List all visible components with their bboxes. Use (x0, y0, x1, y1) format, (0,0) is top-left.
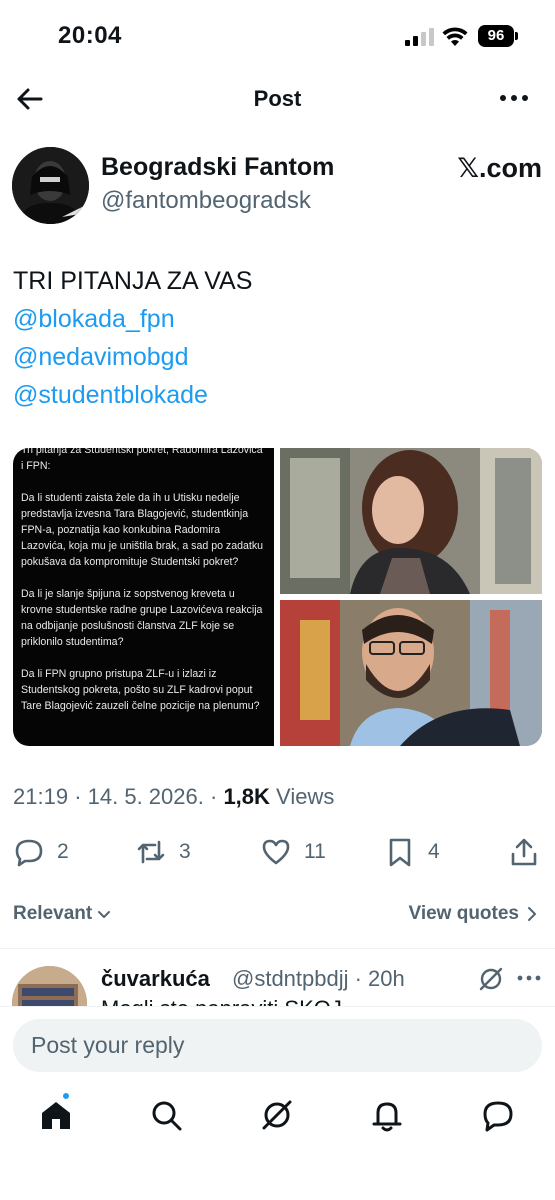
sort-label: Relevant (13, 903, 93, 924)
post-meta: 21:19 · 14. 5. 2026. · 1,8K Views (13, 784, 334, 810)
reply-more-icon[interactable] (516, 968, 542, 988)
view-quotes-link[interactable]: View quotes (408, 903, 539, 925)
meta-separator: · (74, 784, 88, 809)
media-text-paragraph: Da li je slanje špijuna iz sopstvenog kr… (21, 588, 263, 648)
post-media: Tri pitanja za Studentski pokret, Radomi… (13, 448, 542, 746)
status-time: 20:04 (58, 22, 122, 49)
reply-author-name[interactable]: čuvarkuća (101, 966, 210, 992)
grok-icon[interactable] (478, 966, 504, 992)
reply-avatar[interactable] (12, 966, 87, 1006)
grok-tab-icon[interactable] (259, 1097, 295, 1133)
messages-icon[interactable] (480, 1097, 516, 1133)
divider (0, 948, 555, 949)
bookmark-action[interactable]: 4 (384, 832, 440, 872)
bookmark-count: 4 (428, 840, 440, 863)
reply-count: 2 (57, 840, 69, 863)
cellular-signal-icon (405, 28, 434, 46)
view-quotes-label: View quotes (408, 903, 519, 924)
repost-count: 3 (179, 840, 191, 863)
like-action[interactable]: 11 (260, 832, 326, 872)
media-photo-man[interactable] (280, 600, 542, 746)
media-text-paragraph: Da li studenti zaista žele da ih u Utisk… (21, 492, 264, 568)
top-nav: Post (0, 72, 555, 126)
like-count: 11 (304, 840, 326, 863)
battery-tip (515, 32, 518, 40)
repost-icon (137, 840, 165, 864)
media-text-paragraph: Tri pitanja za Studentski pokret, Radomi… (21, 448, 263, 472)
post-date: 14. 5. 2026. (87, 784, 204, 809)
source-badge: 𝕏.com (457, 153, 542, 183)
notification-dot (61, 1091, 71, 1101)
notifications-bell-icon[interactable] (369, 1097, 405, 1133)
bottom-bar (0, 1006, 555, 1200)
share-action[interactable] (508, 832, 540, 872)
post-text: TRI PITANJA ZA VAS @blokada_fpn @nedavim… (13, 262, 543, 414)
author-name[interactable]: Beogradski Fantom (101, 153, 334, 182)
home-icon[interactable] (38, 1097, 74, 1133)
views-label: Views (276, 784, 335, 809)
mention-link[interactable]: @studentblokade (13, 376, 543, 414)
wifi-icon (442, 27, 468, 46)
mention-link[interactable]: @nedavimobgd (13, 338, 543, 376)
media-text-image[interactable]: Tri pitanja za Studentski pokret, Radomi… (13, 448, 274, 746)
page-title: Post (253, 86, 302, 111)
reply-text: Mogli ste napraviti SKOJ... (101, 996, 360, 1006)
reply-action[interactable]: 2 (13, 832, 69, 872)
repost-action[interactable]: 3 (135, 832, 191, 872)
post-actions: 2 3 11 4 (0, 832, 555, 872)
post-text-line: TRI PITANJA ZA VAS (13, 267, 253, 295)
author-avatar[interactable] (12, 147, 89, 224)
reply-item[interactable]: čuvarkuća @stdntpbdjj · 20h Mogli ste na… (0, 960, 555, 1006)
media-photo-woman[interactable] (280, 448, 542, 594)
sort-dropdown[interactable]: Relevant (13, 903, 112, 925)
meta-separator: · (209, 784, 224, 809)
more-options-icon[interactable] (498, 86, 530, 110)
battery-level: 96 (478, 25, 514, 47)
author-handle[interactable]: @fantombeogradsk (101, 187, 311, 215)
media-text-paragraph: Da li FPN grupno pristupa ZLF-u i izlazi… (21, 668, 260, 712)
status-bar: 20:04 96 (0, 0, 555, 70)
mention-link[interactable]: @blokada_fpn (13, 300, 543, 338)
replies-filter-row: Relevant View quotes (0, 900, 555, 932)
home-indicator (207, 1183, 347, 1188)
views-count[interactable]: 1,8K (223, 784, 269, 809)
search-icon[interactable] (148, 1097, 184, 1133)
chevron-right-icon (528, 907, 536, 921)
reply-author-handle[interactable]: @stdntpbdjj · 20h (232, 966, 405, 992)
reply-input[interactable] (13, 1019, 542, 1072)
bookmark-icon (389, 838, 411, 867)
heart-icon (262, 839, 290, 865)
post-author: Beogradski Fantom @fantombeogradsk 𝕏.com (12, 145, 542, 225)
share-icon (511, 838, 537, 866)
tab-bar (0, 1091, 555, 1137)
reply-icon (15, 839, 43, 867)
chevron-down-icon (98, 911, 111, 918)
post-time: 21:19 (13, 784, 69, 809)
